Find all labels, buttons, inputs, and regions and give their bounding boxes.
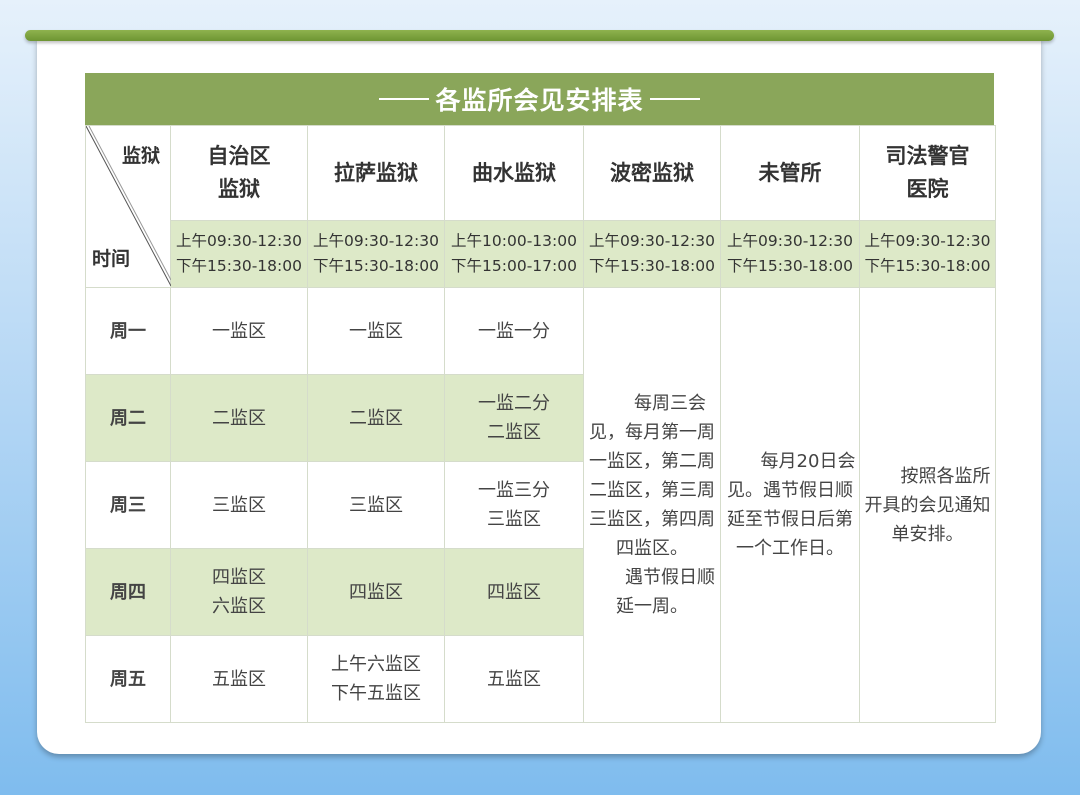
prison-header-weiguansuo: 未管所	[720, 125, 860, 221]
note-bomi: 每周三会见，每月第一周一监区，第二周二监区，第三周三监区，第四周四监区。 遇节假…	[583, 287, 721, 723]
prison-header-lasa: 拉萨监狱	[307, 125, 445, 221]
schedule-cell: 上午六监区 下午五监区	[307, 635, 445, 723]
header-row: 监狱 时间 自治区 监狱 拉萨监狱 曲水监狱 波密监狱 未管所 司法警官 医院	[85, 125, 996, 288]
prison-header-zizhiqu: 自治区 监狱	[170, 125, 308, 221]
hours-qushui: 上午10:00-13:00 下午15:00-17:00	[444, 220, 584, 288]
corner-cell: 监狱 时间	[85, 125, 171, 288]
day-label: 周五	[85, 635, 171, 723]
title-text: 各监所会见安排表	[435, 86, 644, 115]
prison-header-hospital: 司法警官 医院	[859, 125, 996, 221]
title-dash-right	[649, 98, 700, 100]
schedule-cell: 一监区	[170, 287, 308, 375]
title-dash-left	[379, 98, 430, 100]
note-weiguansuo: 每月20日会见。遇节假日顺延至节假日后第一个工作日。	[720, 287, 860, 723]
day-label: 周四	[85, 548, 171, 636]
schedule-cell: 一监三分 三监区	[444, 461, 584, 549]
table-title: 各监所会见安排表	[85, 73, 994, 125]
note-hospital: 按照各监所开具的会见通知单安排。	[859, 287, 996, 723]
schedule-cell: 二监区	[170, 374, 308, 462]
day-label: 周一	[85, 287, 171, 375]
schedule-cell: 五监区	[444, 635, 584, 723]
visiting-hours-row: 上午09:30-12:30 下午15:30-18:00 上午09:30-12:3…	[86, 220, 996, 288]
table-row: 周一 一监区 一监区 一监一分 每周三会见，每月第一周一监区，第二周二监区，第三…	[85, 287, 996, 723]
day-label: 周二	[85, 374, 171, 462]
schedule-cell: 二监区	[307, 374, 445, 462]
hours-zizhiqu: 上午09:30-12:30 下午15:30-18:00	[170, 220, 308, 288]
schedule-cell: 三监区	[307, 461, 445, 549]
hours-bomi: 上午09:30-12:30 下午15:30-18:00	[583, 220, 721, 288]
prison-header-qushui: 曲水监狱	[444, 125, 584, 221]
schedule-cell: 四监区 六监区	[170, 548, 308, 636]
top-accent-bar	[25, 30, 1054, 41]
schedule-cell: 四监区	[307, 548, 445, 636]
schedule-cell: 一监一分	[444, 287, 584, 375]
corner-label-time: 时间	[92, 248, 131, 270]
prison-header-bomi: 波密监狱	[583, 125, 721, 221]
day-label: 周三	[85, 461, 171, 549]
schedule-table: 监狱 时间 自治区 监狱 拉萨监狱 曲水监狱 波密监狱 未管所 司法警官 医院 …	[85, 125, 996, 723]
schedule-cell: 五监区	[170, 635, 308, 723]
hours-lasa: 上午09:30-12:30 下午15:30-18:00	[307, 220, 445, 288]
schedule-cell: 三监区	[170, 461, 308, 549]
hours-hospital: 上午09:30-12:30 下午15:30-18:00	[859, 220, 996, 288]
schedule-cell: 一监区	[307, 287, 445, 375]
corner-label-prison: 监狱	[121, 145, 160, 167]
schedule-cell: 一监二分 二监区	[444, 374, 584, 462]
hours-weiguansuo: 上午09:30-12:30 下午15:30-18:00	[720, 220, 860, 288]
schedule-cell: 四监区	[444, 548, 584, 636]
